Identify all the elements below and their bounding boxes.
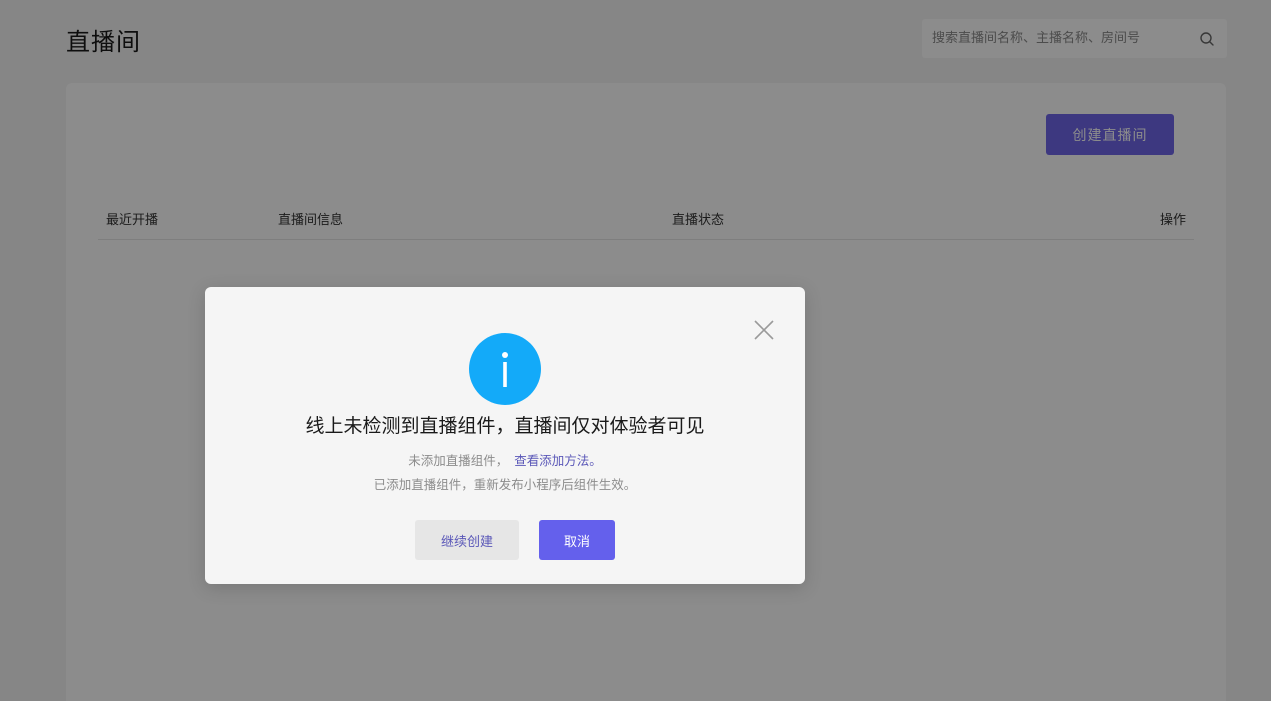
info-icon [469,333,541,405]
dialog-message-line-1: 未添加直播组件， 查看添加方法。 [205,450,805,469]
not-added-text: 未添加直播组件， [408,453,509,468]
view-add-method-link[interactable]: 查看添加方法。 [514,453,602,468]
info-dialog: 线上未检测到直播组件，直播间仅对体验者可见 未添加直播组件， 查看添加方法。 已添… [205,287,805,584]
dialog-title: 线上未检测到直播组件，直播间仅对体验者可见 [305,415,705,437]
continue-create-button[interactable]: 继续创建 [415,520,519,560]
page: 直播间 创建直播间 最近开播 直播间信息 直播状态 操作 [0,0,1271,701]
close-icon[interactable] [753,319,775,341]
cancel-button[interactable]: 取消 [539,520,615,560]
dialog-message-line-2: 已添加直播组件，重新发布小程序后组件生效。 [373,477,637,492]
